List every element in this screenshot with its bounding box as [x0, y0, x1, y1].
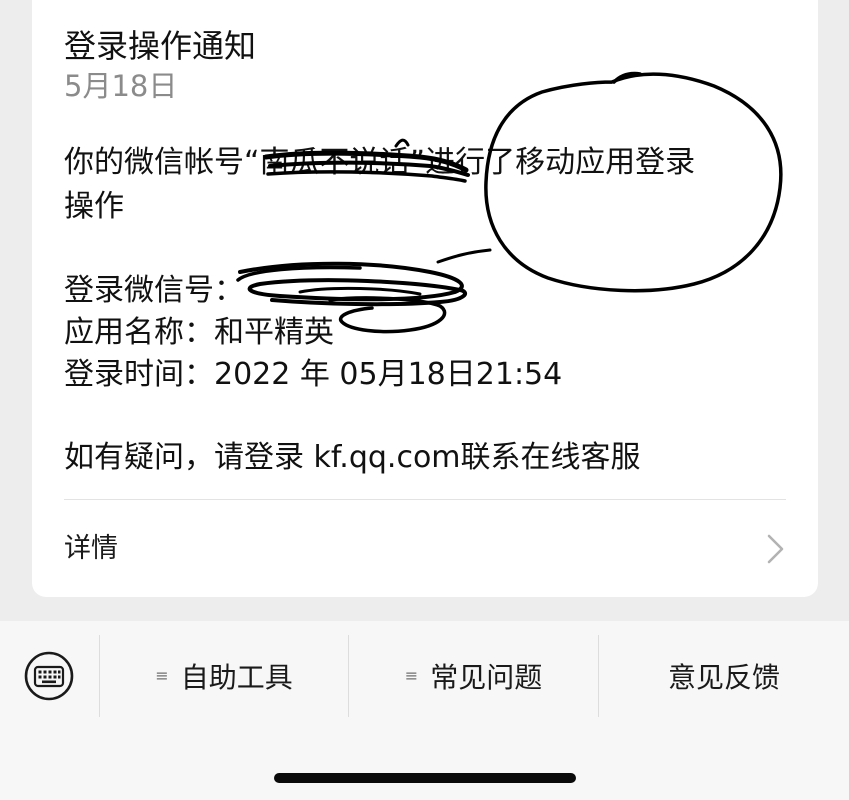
app-name-value: 和平精英: [214, 315, 334, 350]
menu-item-faq-label: 常见问题: [430, 661, 543, 694]
app-name-label: 应用名称：: [64, 315, 214, 350]
details-row[interactable]: 详情: [32, 500, 818, 596]
login-time-row: 登录时间：2022 年 05月18日21:54: [64, 354, 764, 396]
body-line-1: 你的微信帐号“南瓜不说话”进行了移动应用登录: [64, 142, 764, 184]
menu-item-faq[interactable]: ≡ 常见问题: [349, 635, 598, 717]
home-indicator[interactable]: [274, 773, 576, 783]
menu-item-feedback[interactable]: 意见反馈: [599, 635, 849, 717]
help-text: 如有疑问，请登录 kf.qq.com联系在线客服: [64, 440, 641, 475]
details-label: 详情: [64, 533, 118, 564]
account-label: 登录微信号：: [64, 273, 244, 308]
chevron-right-icon: [767, 534, 784, 564]
account-nickname: “南瓜不说话”: [244, 145, 426, 180]
menu-item-self-service[interactable]: ≡ 自助工具: [100, 635, 348, 717]
menu-item-self-service-label: 自助工具: [180, 661, 293, 694]
account-row: 登录微信号：: [64, 270, 764, 312]
bottom-menu-bar: ≡ 自助工具 ≡ 常见问题 意见反馈: [0, 621, 849, 800]
body-line-1-prefix: 你的微信帐号: [64, 145, 244, 180]
card-title: 登录操作通知: [64, 27, 257, 65]
keyboard-icon[interactable]: [22, 649, 76, 703]
menu-item-feedback-label: 意见反馈: [667, 661, 780, 694]
login-time-value: 2022 年 05月18日21:54: [214, 357, 563, 392]
login-time-label: 登录时间：: [64, 357, 214, 392]
body-line-2: 操作: [64, 189, 124, 224]
body-line-1-suffix: 进行了移动应用登录: [425, 145, 696, 180]
app-name-row: 应用名称：和平精英: [64, 312, 764, 354]
card-date: 5月18日: [64, 69, 178, 103]
menu-icon: ≡: [404, 666, 419, 685]
notification-card: 登录操作通知 5月18日 你的微信帐号“南瓜不说话”进行了移动应用登录 操作 登…: [32, 0, 818, 597]
menu-icon: ≡: [155, 666, 169, 685]
